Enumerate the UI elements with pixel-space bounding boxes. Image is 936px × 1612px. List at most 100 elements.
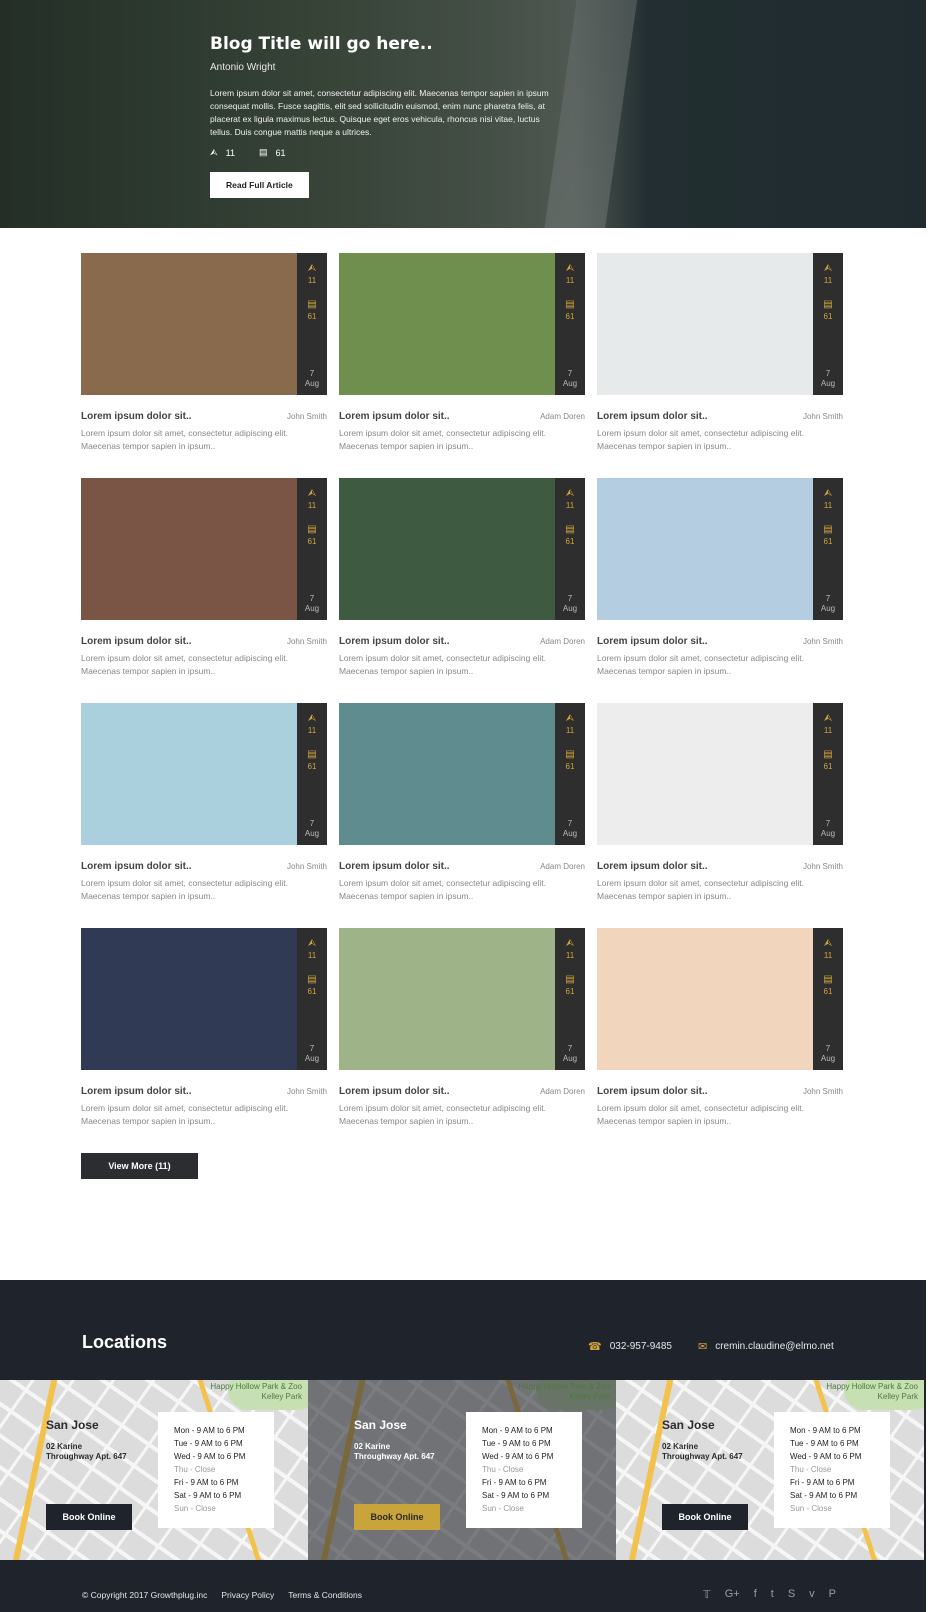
comment-icon[interactable]: ▤ — [555, 299, 585, 310]
book-online-button[interactable]: Book Online — [46, 1504, 132, 1530]
comment-count: 61 — [307, 537, 317, 546]
blog-card[interactable]: ⮙ 11 ▤ 61 7 Aug Lorem ipsum dolor sit.. A… — [339, 253, 585, 478]
blog-card[interactable]: ⮙ 11 ▤ 61 7 Aug Lorem ipsum dolor sit.. J… — [597, 478, 843, 703]
blog-card-title[interactable]: Lorem ipsum dolor sit.. — [597, 861, 708, 872]
blog-card-thumbnail[interactable]: ⮙ 11 ▤ 61 7 Aug — [81, 478, 327, 620]
terms-link[interactable]: Terms & Conditions — [288, 1590, 362, 1600]
blog-card-title[interactable]: Lorem ipsum dolor sit.. — [81, 861, 192, 872]
book-online-button[interactable]: Book Online — [354, 1504, 440, 1530]
blog-card[interactable]: ⮙ 11 ▤ 61 7 Aug Lorem ipsum dolor sit.. J… — [81, 928, 327, 1153]
comment-count: 61 — [307, 762, 317, 771]
twitter-icon[interactable]: 𝕋 — [703, 1588, 711, 1601]
blog-card-thumbnail[interactable]: ⮙ 11 ▤ 61 7 Aug — [597, 253, 843, 395]
blog-card-title[interactable]: Lorem ipsum dolor sit.. — [81, 636, 192, 647]
blog-card-title[interactable]: Lorem ipsum dolor sit.. — [81, 1086, 192, 1097]
comment-icon[interactable]: ▤ — [813, 974, 843, 985]
blog-card-author: John Smith — [802, 412, 843, 421]
post-date: 7 Aug — [813, 594, 843, 614]
read-full-article-button[interactable]: Read Full Article — [210, 172, 309, 198]
hours-line: Sun - Close — [174, 1504, 216, 1513]
blog-card-header: Lorem ipsum dolor sit.. John Smith — [597, 1086, 843, 1097]
comment-icon[interactable]: ▤ — [555, 974, 585, 985]
post-month: Aug — [304, 829, 320, 838]
comment-icon[interactable]: ▤ — [813, 299, 843, 310]
blog-card-thumbnail[interactable]: ⮙ 11 ▤ 61 7 Aug — [339, 703, 585, 845]
location-card[interactable]: Happy Hollow Park & Zoo Kelley Park San J… — [0, 1380, 308, 1560]
facebook-icon[interactable]: f — [754, 1588, 757, 1601]
blog-card-title[interactable]: Lorem ipsum dolor sit.. — [339, 636, 450, 647]
blog-card-title[interactable]: Lorem ipsum dolor sit.. — [339, 861, 450, 872]
tumblr-icon[interactable]: t — [771, 1588, 774, 1601]
comment-icon[interactable]: ▤ — [297, 974, 327, 985]
post-day: 7 — [309, 369, 315, 378]
location-card[interactable]: Happy Hollow Park & Zoo Kelley Park San J… — [308, 1380, 616, 1560]
blog-card[interactable]: ⮙ 11 ▤ 61 7 Aug Lorem ipsum dolor sit.. J… — [81, 703, 327, 928]
comment-icon[interactable]: ▤ — [813, 524, 843, 535]
share-icon[interactable]: ⮙ — [813, 713, 843, 724]
comment-icon[interactable]: ▤ — [297, 749, 327, 760]
map-road — [623, 1380, 675, 1560]
pinterest-icon[interactable]: P — [829, 1588, 836, 1601]
vimeo-icon[interactable]: v — [809, 1588, 815, 1601]
hours-line: Wed - 9 AM to 6 PM — [174, 1452, 246, 1461]
share-icon[interactable]: ⮙ — [555, 938, 585, 949]
share-icon[interactable]: ⮙ — [297, 263, 327, 274]
blog-card[interactable]: ⮙ 11 ▤ 61 7 Aug Lorem ipsum dolor sit.. J… — [81, 478, 327, 703]
share-icon[interactable]: ⮙ — [813, 938, 843, 949]
share-icon[interactable]: ⮙ — [297, 938, 327, 949]
blog-card-thumbnail[interactable]: ⮙ 11 ▤ 61 7 Aug — [339, 478, 585, 620]
hero-comments[interactable]: ▤ 61 — [259, 147, 286, 158]
blog-card[interactable]: ⮙ 11 ▤ 61 7 Aug Lorem ipsum dolor sit.. J… — [597, 928, 843, 1153]
blog-card-title[interactable]: Lorem ipsum dolor sit.. — [597, 411, 708, 422]
blog-card[interactable]: ⮙ 11 ▤ 61 7 Aug Lorem ipsum dolor sit.. J… — [597, 253, 843, 478]
share-icon[interactable]: ⮙ — [813, 488, 843, 499]
blog-card-meta: ⮙ 11 ▤ 61 7 Aug — [297, 928, 327, 1070]
book-online-button[interactable]: Book Online — [662, 1504, 748, 1530]
hours-line: Wed - 9 AM to 6 PM — [482, 1452, 554, 1461]
hero-shares[interactable]: ⮙ 11 — [210, 147, 235, 158]
blog-card-title[interactable]: Lorem ipsum dolor sit.. — [339, 411, 450, 422]
blog-card-thumbnail[interactable]: ⮙ 11 ▤ 61 7 Aug — [81, 928, 327, 1070]
blog-card-thumbnail[interactable]: ⮙ 11 ▤ 61 7 Aug — [339, 928, 585, 1070]
post-day: 7 — [825, 819, 831, 828]
share-icon[interactable]: ⮙ — [297, 713, 327, 724]
share-icon[interactable]: ⮙ — [297, 488, 327, 499]
google-plus-icon[interactable]: G+ — [725, 1588, 740, 1601]
blog-card[interactable]: ⮙ 11 ▤ 61 7 Aug Lorem ipsum dolor sit.. J… — [81, 253, 327, 478]
blog-card[interactable]: ⮙ 11 ▤ 61 7 Aug Lorem ipsum dolor sit.. A… — [339, 928, 585, 1153]
blog-card-title[interactable]: Lorem ipsum dolor sit.. — [597, 1086, 708, 1097]
blog-card-header: Lorem ipsum dolor sit.. John Smith — [81, 1086, 327, 1097]
blog-card-thumbnail[interactable]: ⮙ 11 ▤ 61 7 Aug — [597, 928, 843, 1070]
comment-icon[interactable]: ▤ — [297, 299, 327, 310]
post-date: 7 Aug — [555, 1044, 585, 1064]
blog-card-thumbnail[interactable]: ⮙ 11 ▤ 61 7 Aug — [339, 253, 585, 395]
blog-card-thumbnail[interactable]: ⮙ 11 ▤ 61 7 Aug — [81, 253, 327, 395]
location-address: San Jose 02 Karine Throughway Apt. 647 — [662, 1418, 743, 1462]
blog-card-thumbnail[interactable]: ⮙ 11 ▤ 61 7 Aug — [597, 478, 843, 620]
view-more-button[interactable]: View More (11) — [81, 1153, 198, 1179]
email-contact[interactable]: ✉ cremin.claudine@elmo.net — [698, 1340, 834, 1353]
comment-icon[interactable]: ▤ — [297, 524, 327, 535]
share-icon[interactable]: ⮙ — [555, 488, 585, 499]
share-icon[interactable]: ⮙ — [555, 263, 585, 274]
blog-card-title[interactable]: Lorem ipsum dolor sit.. — [81, 411, 192, 422]
location-card[interactable]: Happy Hollow Park & Zoo Kelley Park San J… — [616, 1380, 924, 1560]
blog-card[interactable]: ⮙ 11 ▤ 61 7 Aug Lorem ipsum dolor sit.. A… — [339, 703, 585, 928]
privacy-policy-link[interactable]: Privacy Policy — [221, 1590, 274, 1600]
blog-card-thumbnail[interactable]: ⮙ 11 ▤ 61 7 Aug — [81, 703, 327, 845]
share-icon[interactable]: ⮙ — [555, 713, 585, 724]
share-icon[interactable]: ⮙ — [813, 263, 843, 274]
blog-card-title[interactable]: Lorem ipsum dolor sit.. — [339, 1086, 450, 1097]
comment-icon[interactable]: ▤ — [813, 749, 843, 760]
comment-icon[interactable]: ▤ — [555, 524, 585, 535]
map-park-label-zoo: Happy Hollow Park & Zoo — [518, 1382, 610, 1391]
blog-card-thumbnail[interactable]: ⮙ 11 ▤ 61 7 Aug — [597, 703, 843, 845]
blog-card-title[interactable]: Lorem ipsum dolor sit.. — [597, 636, 708, 647]
blog-card[interactable]: ⮙ 11 ▤ 61 7 Aug Lorem ipsum dolor sit.. A… — [339, 478, 585, 703]
comment-icon[interactable]: ▤ — [555, 749, 585, 760]
phone-contact[interactable]: ☎ 032-957-9485 — [588, 1340, 672, 1353]
blog-card-author: John Smith — [286, 412, 327, 421]
blog-card-excerpt: Lorem ipsum dolor sit amet, consectetur … — [81, 1103, 288, 1126]
skype-icon[interactable]: S — [788, 1588, 795, 1601]
blog-card[interactable]: ⮙ 11 ▤ 61 7 Aug Lorem ipsum dolor sit.. J… — [597, 703, 843, 928]
